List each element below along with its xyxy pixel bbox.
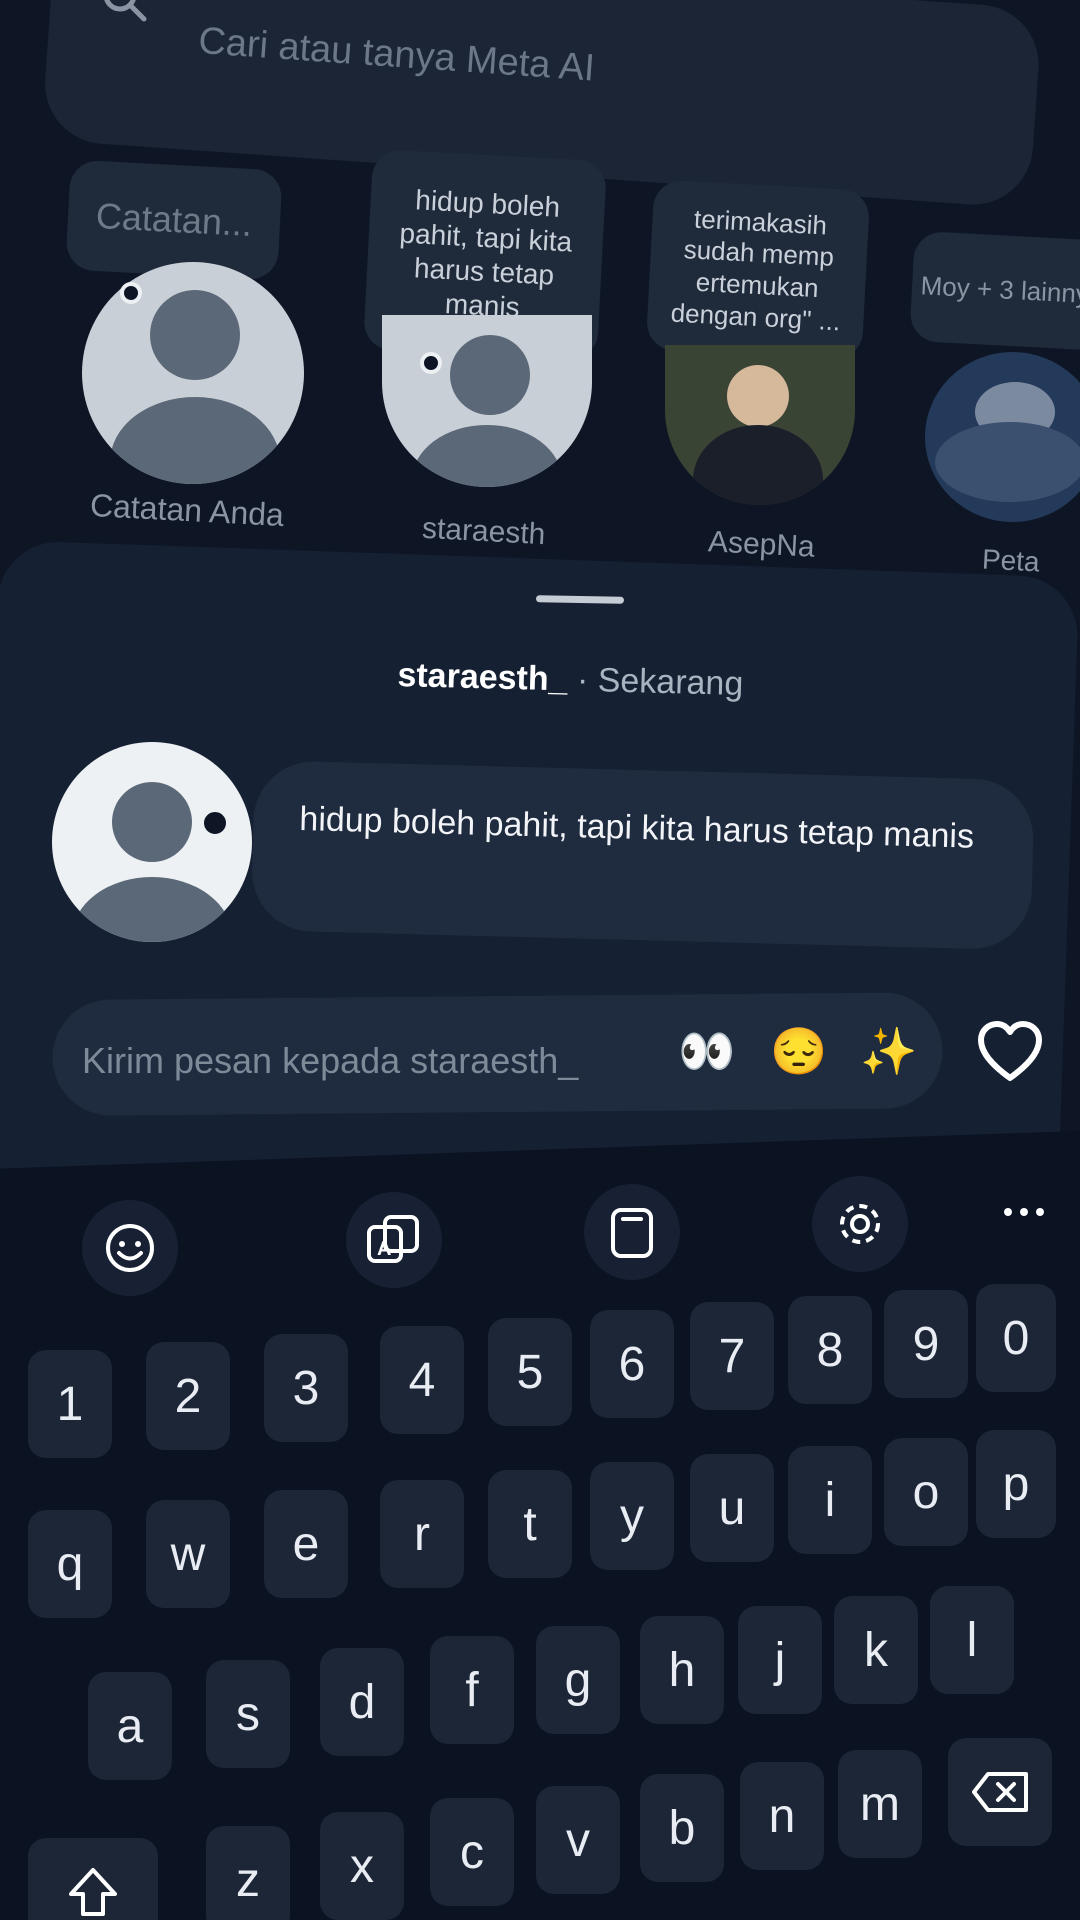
reaction-pensive[interactable]: 😔 (770, 1024, 827, 1079)
sender-avatar[interactable] (52, 742, 252, 942)
search-icon (104, 0, 147, 22)
key-x[interactable]: x (320, 1812, 404, 1920)
key-i[interactable]: i (788, 1446, 872, 1554)
key-z[interactable]: z (206, 1826, 290, 1920)
key-w[interactable]: w (146, 1500, 230, 1608)
key-p[interactable]: p (976, 1430, 1056, 1538)
shift-key[interactable] (28, 1838, 158, 1920)
key-c[interactable]: c (430, 1798, 514, 1906)
note-label-own: Catatan Anda (89, 486, 285, 534)
key-1[interactable]: 1 (28, 1350, 112, 1458)
key-r[interactable]: r (380, 1480, 464, 1588)
key-q[interactable]: q (28, 1510, 112, 1618)
key-o[interactable]: o (884, 1438, 968, 1546)
note-bubble-own[interactable]: Catatan... (65, 159, 283, 281)
key-4[interactable]: 4 (380, 1326, 464, 1434)
key-y[interactable]: y (590, 1462, 674, 1570)
key-3[interactable]: 3 (264, 1334, 348, 1442)
key-d[interactable]: d (320, 1648, 404, 1756)
key-m[interactable]: m (838, 1750, 922, 1858)
sheet-separator: · (576, 660, 589, 699)
key-7[interactable]: 7 (690, 1302, 774, 1410)
note-bubble-text: Moy + 3 lainnya (919, 270, 1080, 310)
note-dot (120, 282, 142, 304)
backspace-icon (972, 1772, 1028, 1812)
key-8[interactable]: 8 (788, 1296, 872, 1404)
sheet-username: staraesth_ (397, 656, 569, 699)
reply-input[interactable]: Kirim pesan kepada staraesth_ (82, 1040, 578, 1082)
key-s[interactable]: s (206, 1660, 290, 1768)
settings-icon[interactable] (812, 1176, 908, 1272)
avatar-own-note[interactable] (82, 262, 304, 484)
note-dot (198, 806, 232, 840)
key-t[interactable]: t (488, 1470, 572, 1578)
translate-icon[interactable]: A (346, 1192, 442, 1288)
key-u[interactable]: u (690, 1454, 774, 1562)
key-n[interactable]: n (740, 1762, 824, 1870)
more-icon[interactable] (1002, 1202, 1046, 1222)
key-j[interactable]: j (738, 1606, 822, 1714)
note-label-group: Peta (981, 543, 1041, 578)
key-e[interactable]: e (264, 1490, 348, 1598)
key-b[interactable]: b (640, 1774, 724, 1882)
note-bubble-group[interactable]: Moy + 3 lainnya (909, 230, 1080, 352)
key-a[interactable]: a (88, 1672, 172, 1780)
emoji-icon[interactable] (82, 1200, 178, 1296)
clipboard-icon[interactable] (584, 1184, 680, 1280)
key-h[interactable]: h (640, 1616, 724, 1724)
key-v[interactable]: v (536, 1786, 620, 1894)
reaction-sparkles[interactable]: ✨ (860, 1024, 917, 1079)
note-bubble-text: terimakasih sudah memp ertemukan dengan … (670, 203, 842, 337)
key-5[interactable]: 5 (488, 1318, 572, 1426)
note-dot (420, 352, 442, 374)
key-9[interactable]: 9 (884, 1290, 968, 1398)
note-bubble-asepna[interactable]: terimakasih sudah memp ertemukan dengan … (645, 179, 871, 361)
shift-icon (69, 1868, 117, 1916)
reaction-eyes[interactable]: 👀 (678, 1024, 735, 1079)
key-0[interactable]: 0 (976, 1284, 1056, 1392)
key-l[interactable]: l (930, 1586, 1014, 1694)
svg-text:A: A (377, 1238, 391, 1260)
key-f[interactable]: f (430, 1636, 514, 1744)
key-2[interactable]: 2 (146, 1342, 230, 1450)
backspace-key[interactable] (948, 1738, 1052, 1846)
avatar-group[interactable] (925, 352, 1080, 522)
note-label-staraesth: staraesth (421, 511, 547, 552)
note-bubble-text: Catatan... (95, 194, 254, 245)
avatar-asepna[interactable] (665, 345, 855, 505)
heart-icon[interactable] (975, 1018, 1045, 1088)
note-bubble-text: hidup boleh pahit, tapi kita harus tetap… (398, 183, 574, 324)
avatar-staraesth[interactable] (382, 315, 592, 487)
key-6[interactable]: 6 (590, 1310, 674, 1418)
sheet-time: Sekarang (597, 661, 744, 704)
key-k[interactable]: k (834, 1596, 918, 1704)
note-label-asepna: AsepNa (707, 525, 816, 564)
key-g[interactable]: g (536, 1626, 620, 1734)
